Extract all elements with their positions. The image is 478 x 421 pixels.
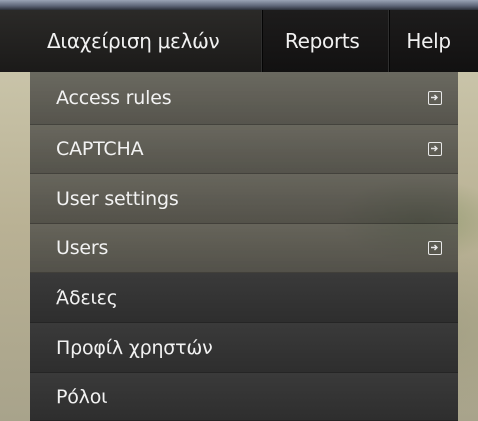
menu-reports[interactable]: Reports (263, 10, 388, 72)
menu-label: Διαχείριση μελών (47, 29, 220, 53)
dropdown-item-label: Άδειες (56, 286, 118, 309)
dropdown-item-users[interactable]: Users (30, 224, 458, 273)
dropdown-item-captcha[interactable]: CAPTCHA (30, 125, 458, 174)
arrow-right-box-icon (428, 91, 442, 105)
arrow-right-box-icon (428, 142, 442, 156)
dropdown-item-label: Προφίλ χρηστών (56, 336, 213, 359)
dropdown-item-label: Ρόλοι (56, 385, 108, 408)
arrow-right-box-icon (428, 241, 442, 255)
dropdown-item-roles[interactable]: Ρόλοι (30, 373, 458, 421)
dropdown-item-permissions[interactable]: Άδειες (30, 273, 458, 323)
dropdown-item-user-profiles[interactable]: Προφίλ χρηστών (30, 323, 458, 373)
dropdown-item-label: Users (56, 237, 109, 259)
dropdown-item-label: CAPTCHA (56, 138, 144, 160)
dropdown-item-access-rules[interactable]: Access rules (30, 72, 458, 125)
dropdown-item-label: User settings (56, 187, 179, 210)
people-management-dropdown: Access rules CAPTCHA User settings Users… (30, 72, 458, 421)
admin-menu-bar: Διαχείριση μελών Reports Help (0, 10, 478, 72)
menu-help[interactable]: Help (390, 10, 478, 72)
menu-label: Help (406, 29, 451, 53)
top-border (0, 0, 478, 10)
menu-label: Reports (284, 29, 360, 53)
dropdown-item-label: Access rules (56, 87, 172, 109)
menu-people-management[interactable]: Διαχείριση μελών (0, 10, 261, 72)
dropdown-item-user-settings[interactable]: User settings (30, 174, 458, 224)
